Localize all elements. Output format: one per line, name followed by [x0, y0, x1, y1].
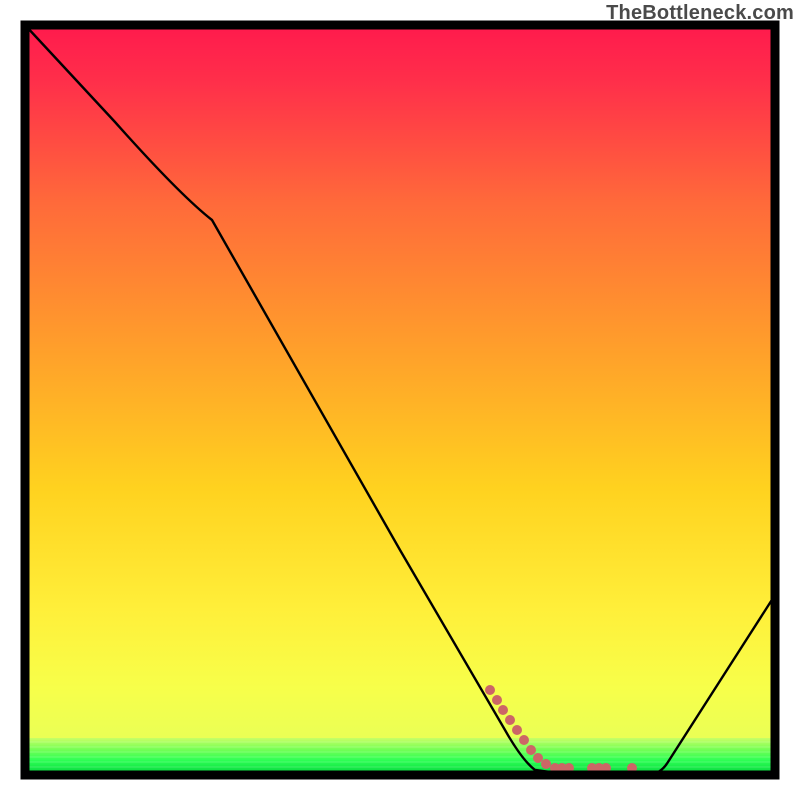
watermark-text: TheBottleneck.com — [606, 2, 794, 25]
gradient-background — [25, 25, 775, 738]
chart-svg — [0, 0, 800, 800]
bottleneck-chart: TheBottleneck.com — [0, 0, 800, 800]
